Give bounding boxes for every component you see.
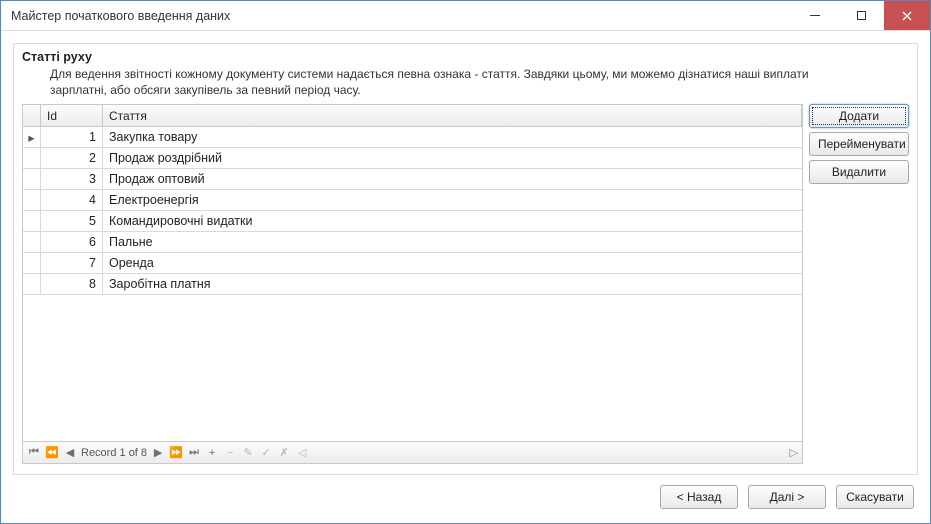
back-button[interactable]: < Назад xyxy=(660,485,738,509)
nav-cancel-icon[interactable]: ✗ xyxy=(277,446,291,460)
nav-next-icon[interactable]: ▶ xyxy=(151,446,165,460)
cell-name[interactable]: Продаж роздрібний xyxy=(103,148,802,168)
row-indicator-icon: ▸ xyxy=(23,127,41,147)
cancel-button[interactable]: Скасувати xyxy=(836,485,914,509)
row-indicator-icon xyxy=(23,274,41,294)
nav-next-page-icon[interactable]: ⏩ xyxy=(169,446,183,460)
grid-body: ▸1Закупка товару2Продаж роздрібний3Прода… xyxy=(23,127,802,441)
nav-scroll-left-icon[interactable]: ◁ xyxy=(295,446,309,460)
row-indicator-icon xyxy=(23,148,41,168)
nav-edit-icon[interactable]: ✎ xyxy=(241,446,255,460)
table-row[interactable]: 5Командировочні видатки xyxy=(23,211,802,232)
maximize-button[interactable] xyxy=(838,1,884,30)
cell-id[interactable]: 3 xyxy=(41,169,103,189)
cell-id[interactable]: 2 xyxy=(41,148,103,168)
rename-button[interactable]: Перейменувати xyxy=(809,132,909,156)
table-row[interactable]: 6Пальне xyxy=(23,232,802,253)
nav-scroll-right-icon[interactable]: ▷ xyxy=(788,446,798,459)
row-indicator-icon xyxy=(23,211,41,231)
nav-remove-icon[interactable]: − xyxy=(223,446,237,460)
table-row[interactable]: 2Продаж роздрібний xyxy=(23,148,802,169)
data-grid[interactable]: Id Стаття ▸1Закупка товару2Продаж роздрі… xyxy=(22,104,803,464)
nav-accept-icon[interactable]: ✓ xyxy=(259,446,273,460)
nav-last-icon[interactable]: ⏭ xyxy=(187,446,201,460)
nav-first-icon[interactable]: ⏮ xyxy=(27,446,41,460)
add-button[interactable]: Додати xyxy=(809,104,909,128)
cell-id[interactable]: 1 xyxy=(41,127,103,147)
cell-id[interactable]: 7 xyxy=(41,253,103,273)
row-indicator-icon xyxy=(23,232,41,252)
close-button[interactable] xyxy=(884,1,930,30)
group-title: Статті руху xyxy=(22,50,909,64)
wizard-window: Майстер початкового введення даних Статт… xyxy=(0,0,931,524)
cell-name[interactable]: Командировочні видатки xyxy=(103,211,802,231)
column-header-id[interactable]: Id xyxy=(41,105,103,126)
delete-button[interactable]: Видалити xyxy=(809,160,909,184)
group-description: Для ведення звітності кожному документу … xyxy=(50,66,830,98)
minimize-button[interactable] xyxy=(792,1,838,30)
cell-id[interactable]: 8 xyxy=(41,274,103,294)
table-row[interactable]: 3Продаж оптовий xyxy=(23,169,802,190)
next-button[interactable]: Далі > xyxy=(748,485,826,509)
nav-status: Record 1 of 8 xyxy=(81,447,147,459)
nav-prev-page-icon[interactable]: ⏪ xyxy=(45,446,59,460)
cell-name[interactable]: Продаж оптовий xyxy=(103,169,802,189)
group-frame: Статті руху Для ведення звітності кожном… xyxy=(13,43,918,475)
close-icon xyxy=(902,11,912,21)
table-row[interactable]: 8Заробітна платня xyxy=(23,274,802,295)
nav-prev-icon[interactable]: ◀ xyxy=(63,446,77,460)
content-area: Статті руху Для ведення звітності кожном… xyxy=(1,31,930,523)
cell-name[interactable]: Оренда xyxy=(103,253,802,273)
row-indicator-icon xyxy=(23,190,41,210)
grid-header: Id Стаття xyxy=(23,105,802,127)
nav-add-icon[interactable]: + xyxy=(205,446,219,460)
cell-name[interactable]: Заробітна платня xyxy=(103,274,802,294)
titlebar: Майстер початкового введення даних xyxy=(1,1,930,31)
wizard-footer: < Назад Далі > Скасувати xyxy=(13,475,918,511)
window-controls xyxy=(792,1,930,30)
cell-id[interactable]: 4 xyxy=(41,190,103,210)
row-indicator-icon xyxy=(23,169,41,189)
column-header-name[interactable]: Стаття xyxy=(103,105,802,126)
row-indicator-header xyxy=(23,105,41,126)
cell-name[interactable]: Електроенергія xyxy=(103,190,802,210)
side-button-panel: Додати Перейменувати Видалити xyxy=(809,104,909,464)
cell-id[interactable]: 6 xyxy=(41,232,103,252)
grid-navigator: ⏮ ⏪ ◀ Record 1 of 8 ▶ ⏩ ⏭ + − ✎ ✓ ✗ ◁ xyxy=(23,441,802,463)
cell-name[interactable]: Пальне xyxy=(103,232,802,252)
table-row[interactable]: ▸1Закупка товару xyxy=(23,127,802,148)
cell-id[interactable]: 5 xyxy=(41,211,103,231)
cell-name[interactable]: Закупка товару xyxy=(103,127,802,147)
grid-and-buttons-row: Id Стаття ▸1Закупка товару2Продаж роздрі… xyxy=(22,104,909,464)
window-title: Майстер початкового введення даних xyxy=(11,9,792,23)
table-row[interactable]: 4Електроенергія xyxy=(23,190,802,211)
table-row[interactable]: 7Оренда xyxy=(23,253,802,274)
row-indicator-icon xyxy=(23,253,41,273)
